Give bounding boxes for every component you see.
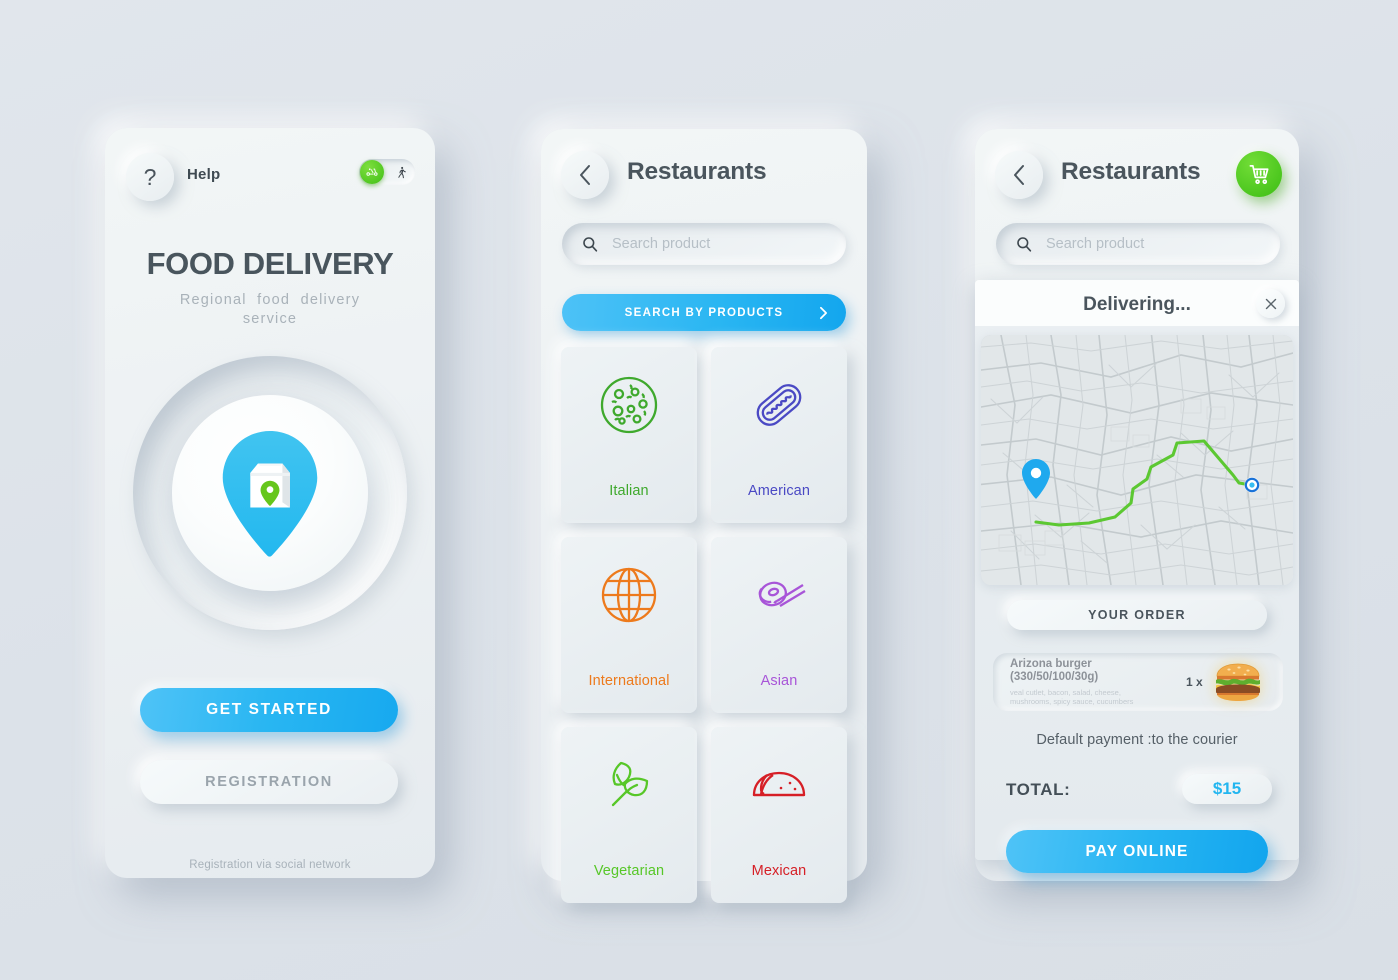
search-icon <box>583 237 598 252</box>
category-card-mexican[interactable]: Mexican <box>711 727 847 903</box>
search-placeholder: Search product <box>612 236 711 252</box>
your-order-label: YOUR ORDER <box>1007 600 1267 630</box>
social-registration-note: Registration via social network <box>189 859 351 871</box>
category-card-italian[interactable]: Italian <box>561 347 697 523</box>
help-label: Help <box>187 166 221 183</box>
hero-illustration <box>133 356 407 630</box>
search-input[interactable]: Search product <box>562 223 846 265</box>
order-item-row[interactable]: Arizona burger (330/50/100/30g) veal cut… <box>993 653 1283 711</box>
page-title: FOOD DELIVERY <box>146 246 394 281</box>
payment-method-note: Default payment :to the courier <box>1036 732 1238 748</box>
leaves-icon <box>611 761 649 807</box>
scooter-icon <box>360 160 384 184</box>
help-button[interactable]: ? <box>126 153 174 201</box>
order-item-name: Arizona burger (330/50/100/30g) <box>1010 658 1099 683</box>
chevron-left-icon <box>1014 165 1024 185</box>
category-card-international[interactable]: International <box>561 537 697 713</box>
screen-restaurant-categories: Restaurants Search product SEARCH BY PRO… <box>541 129 867 903</box>
taco-icon <box>752 771 806 797</box>
page-title: Restaurants <box>627 158 767 185</box>
back-button[interactable] <box>561 151 609 199</box>
search-placeholder: Search product <box>1046 236 1145 252</box>
category-grid: Italian American International Asian Veg… <box>561 347 847 903</box>
burger-image <box>1211 660 1265 704</box>
category-label: American <box>747 483 811 499</box>
search-icon <box>1017 237 1032 252</box>
delivery-map[interactable] <box>981 335 1293 585</box>
order-item-description: veal cutlet, bacon, salad, cheese, mushro… <box>1010 688 1134 706</box>
screen-order-delivery: Restaurants Search product Delivering... <box>975 129 1299 881</box>
delivering-panel: Delivering... YOUR ORDER Arizona burger … <box>975 280 1299 873</box>
hotdog-icon <box>756 384 802 426</box>
category-card-asian[interactable]: Asian <box>711 537 847 713</box>
delivery-mode-toggle[interactable] <box>359 159 415 185</box>
screen-onboarding: ? Help FOOD DELIVERY Regional food deliv… <box>105 128 435 878</box>
category-card-american[interactable]: American <box>711 347 847 523</box>
order-item-text: Arizona burger (330/50/100/30g) veal cut… <box>1010 658 1186 706</box>
cart-button[interactable] <box>1236 151 1282 197</box>
total-value: $15 <box>1182 774 1272 804</box>
page-subtitle: Regional food delivery service <box>179 292 361 327</box>
category-label: International <box>588 673 670 689</box>
question-mark-icon: ? <box>143 163 157 190</box>
close-icon <box>1265 298 1276 309</box>
get-started-button[interactable]: GET STARTED <box>140 688 398 732</box>
search-by-products-label: SEARCH BY PRODUCTS <box>624 306 784 319</box>
category-label: Italian <box>609 483 649 499</box>
sushi-icon <box>758 581 806 607</box>
chevron-right-icon <box>819 306 828 320</box>
app-mockup-stage: ? Help FOOD DELIVERY Regional food deliv… <box>0 0 1398 980</box>
map-pin-with-food-bag-icon <box>222 430 318 557</box>
category-label: Vegetarian <box>593 863 665 879</box>
delivering-title: Delivering... <box>1083 294 1191 315</box>
hero-inner-circle <box>172 395 368 591</box>
search-input[interactable]: Search product <box>996 223 1280 265</box>
close-button[interactable] <box>1256 289 1285 318</box>
pizza-icon <box>600 376 658 434</box>
category-label: Mexican <box>751 863 807 879</box>
globe-icon <box>601 567 657 623</box>
registration-button[interactable]: REGISTRATION <box>140 760 398 804</box>
map-graphic <box>981 335 1293 585</box>
back-button[interactable] <box>995 151 1043 199</box>
search-by-products-button[interactable]: SEARCH BY PRODUCTS <box>562 294 846 331</box>
category-label: Asian <box>760 673 798 689</box>
category-card-vegetarian[interactable]: Vegetarian <box>561 727 697 903</box>
pay-online-button[interactable]: PAY ONLINE <box>1006 830 1268 873</box>
total-label: TOTAL: <box>1006 780 1071 799</box>
page-title: Restaurants <box>1061 158 1201 185</box>
destination-dot-icon <box>1244 477 1260 493</box>
shopping-cart-icon <box>1249 164 1269 184</box>
walking-icon <box>393 164 409 180</box>
chevron-left-icon <box>580 165 590 185</box>
order-item-quantity: 1 x <box>1186 675 1203 689</box>
